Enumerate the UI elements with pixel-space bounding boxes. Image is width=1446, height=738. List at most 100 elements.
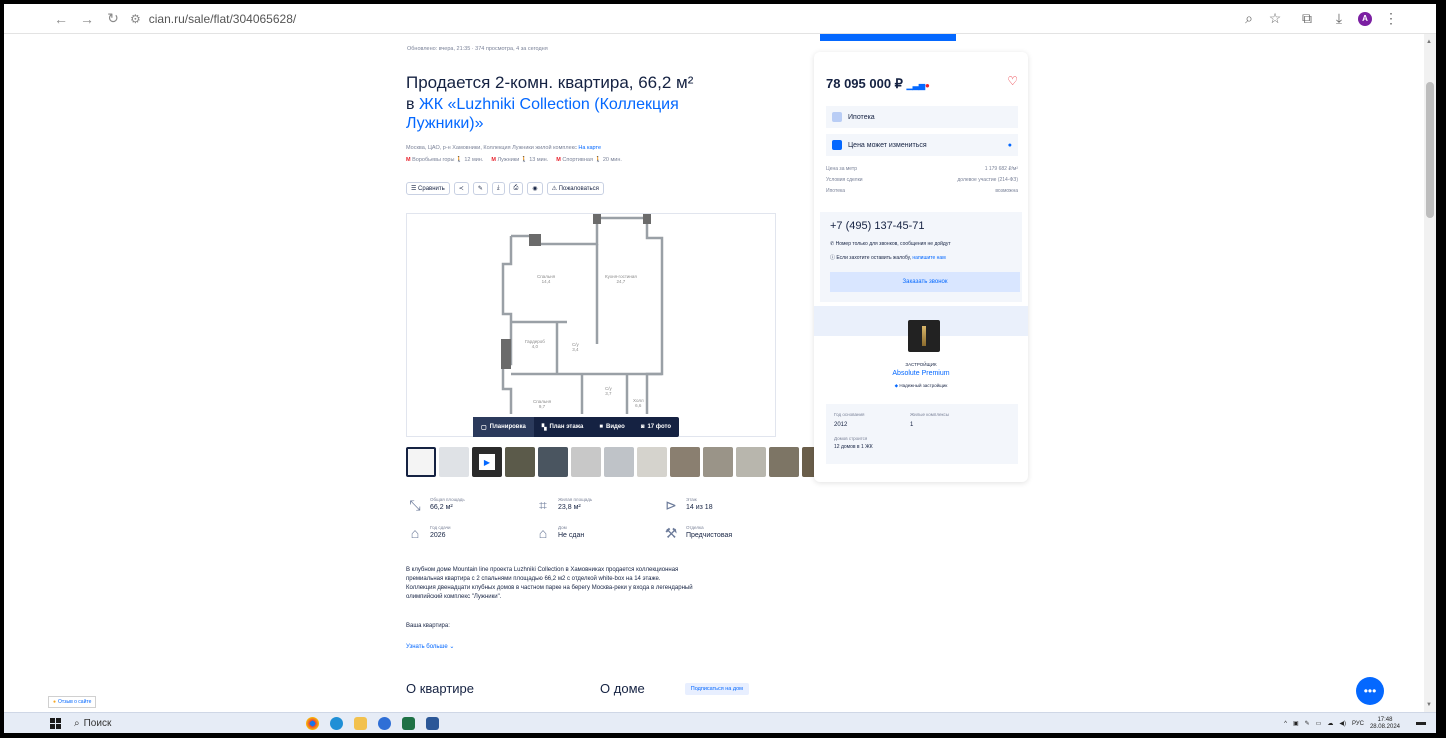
taskbar-excel[interactable] xyxy=(396,714,420,732)
bookmark-star-icon[interactable]: ☆ xyxy=(1262,6,1288,32)
taskbar-edge[interactable] xyxy=(324,714,348,732)
tray-chevron-icon[interactable]: ^ xyxy=(1284,721,1287,727)
tab-photos[interactable]: ◙ 17 фото xyxy=(633,417,679,437)
scroll-down-icon[interactable]: ▼ xyxy=(1426,702,1432,708)
browser-menu-icon[interactable]: ⋮ xyxy=(1378,6,1404,32)
page-scrollbar[interactable]: ▲ ▼ xyxy=(1424,34,1436,712)
download-icon[interactable]: ⤓ xyxy=(1326,6,1352,32)
thumbnail[interactable] xyxy=(538,447,568,477)
notification-icon[interactable]: ▬ xyxy=(1416,717,1426,728)
metro-time: 12 мин. xyxy=(464,157,484,163)
thumbnail[interactable] xyxy=(736,447,766,477)
request-call-button[interactable]: Заказать звонок xyxy=(830,272,1020,292)
tab-about-house[interactable]: О доме xyxy=(600,681,645,696)
thumbnail[interactable] xyxy=(571,447,601,477)
compare-button[interactable]: ☰ Сравнить xyxy=(406,182,450,195)
profile-avatar[interactable]: A xyxy=(1352,6,1378,32)
room-label: Холл 6,6 xyxy=(633,398,644,408)
metro-item[interactable]: M Воробьевы горы 🚶 12 мин. xyxy=(406,156,483,164)
mortgage-option[interactable]: Ипотека xyxy=(826,106,1018,128)
share-icon: ≺ xyxy=(458,186,464,192)
metro-name: Лужники xyxy=(497,157,520,163)
taskbar-chrome[interactable] xyxy=(300,714,324,732)
thumbnail[interactable] xyxy=(670,447,700,477)
complex-link[interactable]: ЖК «Luzhniki Collection (Коллекция Лужни… xyxy=(406,96,679,132)
thumbnail[interactable] xyxy=(505,447,535,477)
phone-number[interactable]: +7 (495) 137-45-71 xyxy=(830,220,924,232)
stat-value: 1 xyxy=(910,422,914,428)
price-change-label: Цена может измениться xyxy=(848,141,927,149)
more-link[interactable]: Узнать больше ⌄ xyxy=(406,643,454,650)
taskbar-explorer[interactable] xyxy=(348,714,372,732)
volume-icon[interactable]: ◀) xyxy=(1339,720,1346,727)
complain-button[interactable]: ⚠ Пожаловаться xyxy=(546,182,604,195)
tab-floor-plan[interactable]: ▚ План этажа xyxy=(534,417,592,437)
fact-value: 2026 xyxy=(430,532,446,539)
site-settings-icon[interactable]: ⚙ xyxy=(130,12,141,26)
your-flat-label: Ваша квартира: xyxy=(406,623,450,629)
complaint-link[interactable]: напишите нам xyxy=(912,255,945,261)
room-label: Спальня 14,4 xyxy=(537,274,556,284)
zoom-icon[interactable]: ⌕ xyxy=(1236,6,1262,32)
chat-button[interactable]: ••• xyxy=(1356,677,1384,705)
address: Москва, ЦАО, р-н Хамовники, Коллекция Лу… xyxy=(406,144,776,152)
subscribe-house-button[interactable]: Подписаться на дом xyxy=(684,682,749,695)
cloud-icon[interactable]: ☁ xyxy=(1327,720,1333,727)
favorite-heart-icon[interactable]: ♡ xyxy=(1007,74,1018,88)
metro-item[interactable]: M Спортивная 🚶 20 мин. xyxy=(556,156,622,164)
reload-icon[interactable]: ↻ xyxy=(100,6,126,32)
price-history-icon[interactable]: ▁▃▅ xyxy=(907,81,925,90)
description: В клубном доме Mountain line проекта Luz… xyxy=(406,566,776,602)
phone-icon: ✆ xyxy=(830,241,835,247)
info-icon[interactable]: ● xyxy=(1008,142,1012,149)
fact-house: ⌂ Дом Не сдан xyxy=(534,524,584,542)
developer-logo[interactable] xyxy=(908,320,940,352)
print-button[interactable]: ⎙ xyxy=(508,182,524,195)
thumbnail-video[interactable]: ▶ xyxy=(472,447,502,477)
share-button[interactable]: ≺ xyxy=(453,182,469,195)
scroll-up-icon[interactable]: ▲ xyxy=(1426,39,1432,45)
tab-about-flat[interactable]: О квартире xyxy=(406,681,474,696)
thumbnail[interactable] xyxy=(703,447,733,477)
back-icon[interactable]: ← xyxy=(48,6,74,32)
taskbar-word[interactable] xyxy=(420,714,444,732)
thumbnail[interactable] xyxy=(439,447,469,477)
floorplan-labels: Спальня 14,4 Кухня-гостиная 24,7 Гардероб 4… xyxy=(407,214,775,436)
taskbar-search[interactable]: ⌕ Поиск xyxy=(68,718,300,729)
download-pdf-button[interactable]: ⤓ xyxy=(491,182,505,195)
top-action-button[interactable] xyxy=(820,34,956,41)
forward-icon[interactable]: → xyxy=(74,6,100,32)
map-link[interactable]: На карте xyxy=(578,145,601,151)
area-icon: ⤡ xyxy=(409,497,421,513)
developer-name[interactable]: Absolute Premium xyxy=(814,370,1028,377)
metro-item[interactable]: M Лужники 🚶 13 мин. xyxy=(491,156,548,164)
language-indicator[interactable]: РУС xyxy=(1352,721,1364,727)
pen-icon[interactable]: ✎ xyxy=(1305,720,1310,727)
feedback-button[interactable]: ● Отзыв о сайте xyxy=(48,696,97,708)
address-bar[interactable]: ⚙ cian.ru/sale/flat/304065628/ xyxy=(130,8,1230,30)
tab-floorplan[interactable]: ▢ Планировка xyxy=(473,417,534,437)
subtitle-prefix: в xyxy=(406,96,415,113)
scrollbar-thumb[interactable] xyxy=(1426,82,1434,218)
tab-video[interactable]: ■ Видео xyxy=(591,417,632,437)
fact-value: Не сдан xyxy=(558,532,585,539)
price-change-option[interactable]: Цена может измениться ● xyxy=(826,134,1018,156)
thumbnail[interactable] xyxy=(637,447,667,477)
tray-app-icon[interactable]: ▣ xyxy=(1293,720,1299,727)
taskbar-app[interactable] xyxy=(372,714,396,732)
network-icon[interactable]: ▭ xyxy=(1316,720,1322,727)
thumbnail[interactable] xyxy=(604,447,634,477)
clock[interactable]: 17:48 28.08.2024 xyxy=(1370,717,1400,731)
complaint-text: Если захотите оставить жалобу, xyxy=(836,255,912,261)
tab-label: 17 фото xyxy=(647,424,672,430)
shield-icon: ◆ xyxy=(894,383,899,388)
start-button[interactable] xyxy=(42,717,68,729)
note-button[interactable]: ✎ xyxy=(472,182,488,195)
photo-gallery[interactable]: Спальня 14,4 Кухня-гостиная 24,7 Гардероб 4… xyxy=(406,213,776,437)
developer-label: ЗАСТРОЙЩИК xyxy=(905,362,937,367)
thumbnail[interactable] xyxy=(769,447,799,477)
hide-button[interactable]: ◉ xyxy=(527,182,543,195)
app-icon xyxy=(377,716,391,730)
thumbnail[interactable] xyxy=(406,447,436,477)
extensions-icon[interactable]: ⧉ xyxy=(1294,6,1320,32)
